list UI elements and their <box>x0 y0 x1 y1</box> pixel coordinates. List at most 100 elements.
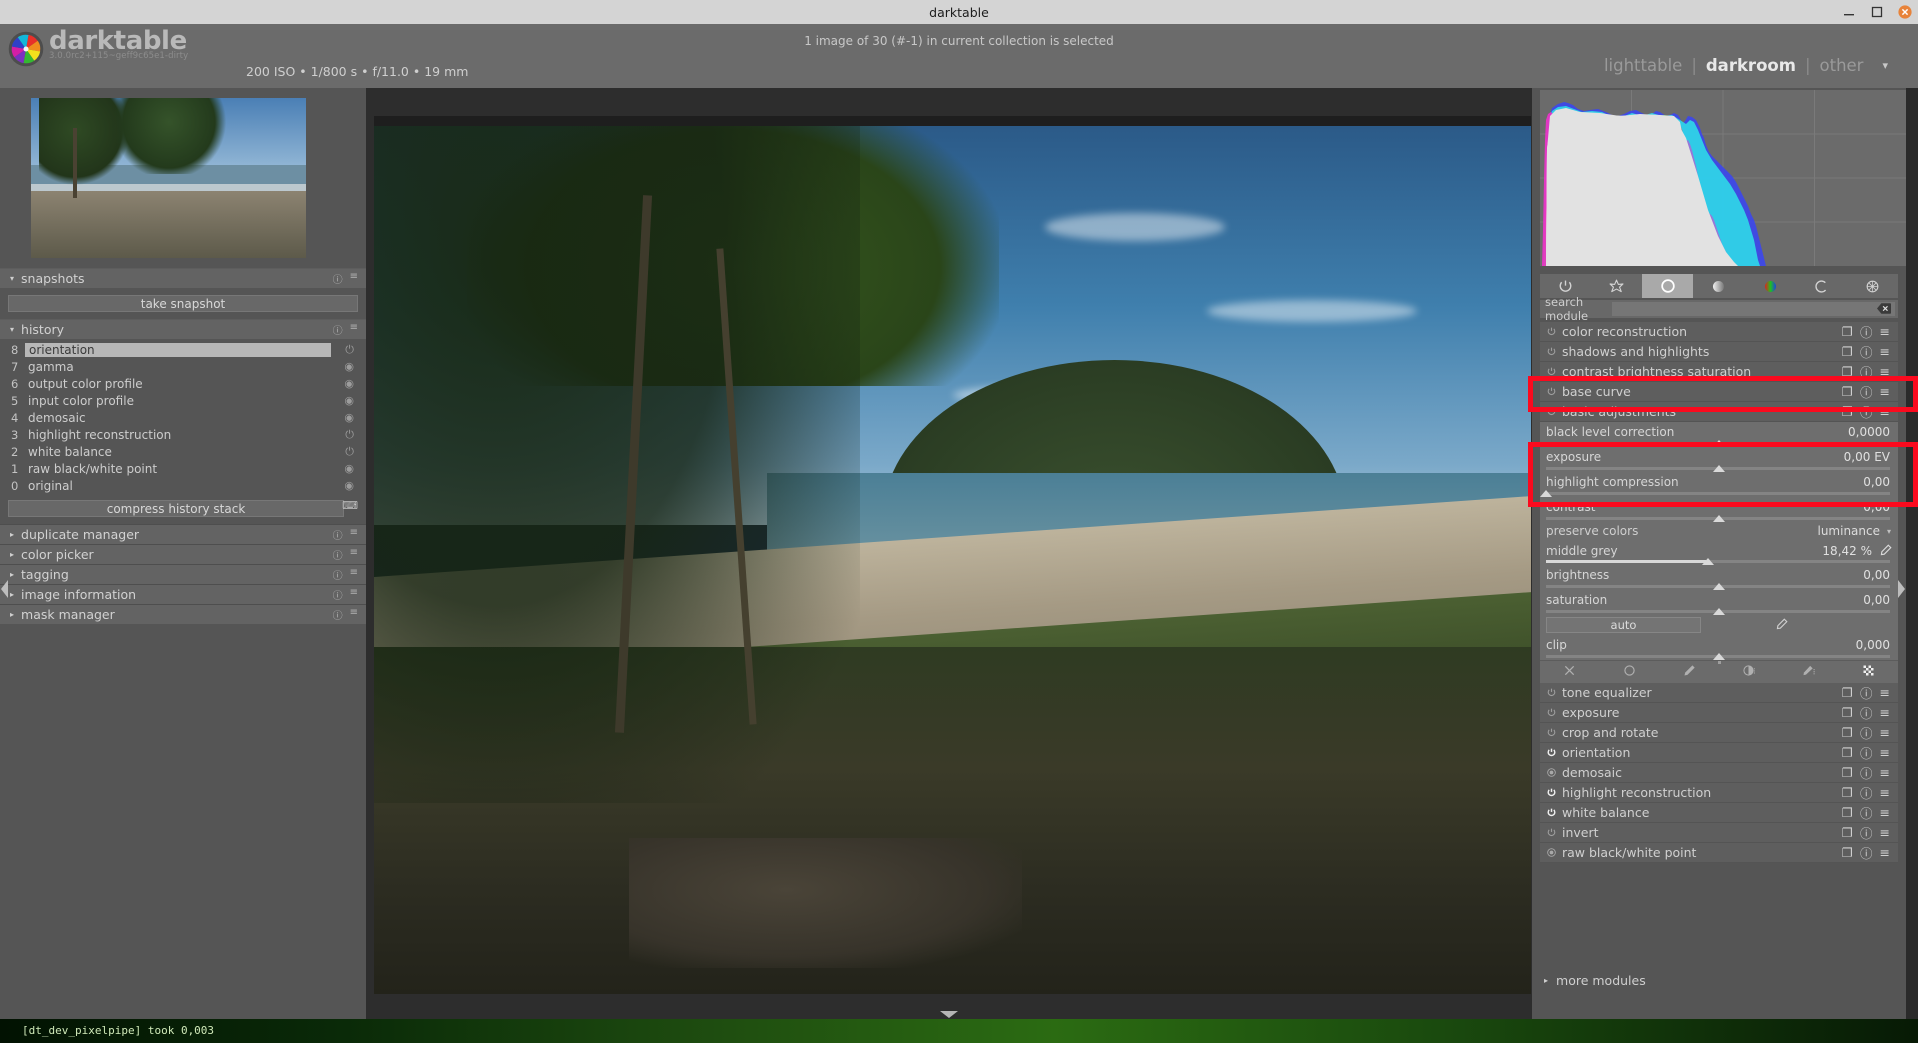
history-item-gamma[interactable]: 7 gamma ◉ <box>0 358 366 375</box>
reset-parameters-icon[interactable]: ⓘ <box>1860 743 1873 762</box>
image-information-reset-icon[interactable]: ⓘ <box>333 587 343 602</box>
multi-instance-icon[interactable]: ❐ <box>1842 785 1853 800</box>
slider-brightness[interactable]: brightness 0,00 <box>1540 565 1898 594</box>
presets-menu-icon[interactable]: ≡ <box>1880 384 1890 399</box>
reset-parameters-icon[interactable]: ⓘ <box>1860 843 1873 862</box>
image-information-presets-icon[interactable]: ≡ <box>350 587 358 602</box>
presets-menu-icon[interactable]: ≡ <box>1880 344 1890 359</box>
snapshots-panel-header[interactable]: ▾ snapshots ⓘ ≡ <box>0 268 366 288</box>
photo-preview[interactable] <box>374 126 1531 994</box>
mask-manager-presets-icon[interactable]: ≡ <box>350 607 358 622</box>
module-base-curve[interactable]: base curve ❐ ⓘ ≡ <box>1540 382 1898 402</box>
contrast-brightness-saturation-power-icon[interactable] <box>1540 366 1562 377</box>
take-snapshot-button[interactable]: take snapshot <box>8 295 358 312</box>
history-item-raw-black-white-point[interactable]: 1 raw black/white point ◉ <box>0 460 366 477</box>
tab-correction-group[interactable] <box>1796 274 1847 298</box>
color-picker-presets-icon[interactable]: ≡ <box>350 547 358 562</box>
mask-parametric-icon[interactable] <box>1741 663 1756 682</box>
reset-parameters-icon[interactable]: ⓘ <box>1860 382 1873 401</box>
multi-instance-icon[interactable]: ❐ <box>1842 324 1853 339</box>
multi-instance-icon[interactable]: ❐ <box>1842 344 1853 359</box>
tone-equalizer-power-icon[interactable] <box>1540 687 1562 698</box>
white-balance-power-icon[interactable] <box>1540 807 1562 818</box>
presets-menu-icon[interactable]: ≡ <box>1880 785 1890 800</box>
history-item-original[interactable]: 0 original ◉ <box>0 477 366 494</box>
reset-parameters-icon[interactable]: ⓘ <box>1860 362 1873 381</box>
reset-parameters-icon[interactable]: ⓘ <box>1860 703 1873 722</box>
sidebar-item-mask-manager[interactable]: ▸ mask manager ⓘ ≡ <box>0 604 366 624</box>
mask-uniform-icon[interactable] <box>1622 663 1637 682</box>
color-picker-reset-icon[interactable]: ⓘ <box>333 547 343 562</box>
view-darkroom[interactable]: darkroom <box>1706 56 1796 75</box>
module-shadows-and-highlights[interactable]: shadows and highlights ❐ ⓘ ≡ <box>1540 342 1898 362</box>
reset-parameters-icon[interactable]: ⓘ <box>1860 683 1873 702</box>
slider-knob[interactable] <box>1713 440 1725 447</box>
history-item-power-icon[interactable]: ◉ <box>344 462 354 475</box>
history-item-input-color-profile[interactable]: 5 input color profile ◉ <box>0 392 366 409</box>
multi-instance-icon[interactable]: ❐ <box>1842 685 1853 700</box>
history-item-power-icon[interactable]: ◉ <box>344 394 354 407</box>
auto-button[interactable]: auto <box>1546 617 1701 633</box>
presets-menu-icon[interactable]: ≡ <box>1880 324 1890 339</box>
left-panel-collapse-arrow-icon[interactable] <box>0 578 9 600</box>
module-crop-and-rotate[interactable]: crop and rotate ❐ ⓘ ≡ <box>1540 723 1898 743</box>
sidebar-item-color-picker[interactable]: ▸ color picker ⓘ ≡ <box>0 544 366 564</box>
module-orientation[interactable]: orientation ❐ ⓘ ≡ <box>1540 743 1898 763</box>
view-lighttable[interactable]: lighttable <box>1604 56 1682 75</box>
more-modules-row[interactable]: ▸ more modules <box>1540 970 1898 990</box>
tab-basic-group[interactable] <box>1642 274 1694 298</box>
history-panel-header[interactable]: ▾ history ⓘ ≡ <box>0 319 366 339</box>
presets-menu-icon[interactable]: ≡ <box>1880 805 1890 820</box>
tagging-presets-icon[interactable]: ≡ <box>350 567 358 582</box>
tab-color-group[interactable] <box>1745 274 1796 298</box>
sidebar-item-tagging[interactable]: ▸ tagging ⓘ ≡ <box>0 564 366 584</box>
sidebar-item-duplicate-manager[interactable]: ▸ duplicate manager ⓘ ≡ <box>0 524 366 544</box>
tab-tone-group[interactable] <box>1693 274 1744 298</box>
history-truncate-icon[interactable]: ⌨ <box>342 499 358 512</box>
module-highlight-reconstruction[interactable]: highlight reconstruction ❐ ⓘ ≡ <box>1540 783 1898 803</box>
clear-search-icon[interactable] <box>1877 303 1891 314</box>
multi-instance-icon[interactable]: ❐ <box>1842 705 1853 720</box>
mask-raster-icon[interactable] <box>1861 663 1876 682</box>
module-invert[interactable]: invert ❐ ⓘ ≡ <box>1540 823 1898 843</box>
sidebar-item-image-information[interactable]: ▸ image information ⓘ ≡ <box>0 584 366 604</box>
tab-effects-group[interactable] <box>1847 274 1898 298</box>
reset-parameters-icon[interactable]: ⓘ <box>1860 402 1873 421</box>
compress-history-stack-button[interactable]: compress history stack <box>8 500 344 517</box>
slider-clip[interactable]: clip 0,000 <box>1540 635 1898 664</box>
reset-parameters-icon[interactable]: ⓘ <box>1860 342 1873 361</box>
module-raw-black-white-point[interactable]: raw black/white point ❐ ⓘ ≡ <box>1540 843 1898 863</box>
history-item-demosaic[interactable]: 4 demosaic ◉ <box>0 409 366 426</box>
mask-off-icon[interactable] <box>1562 663 1577 682</box>
slider-track[interactable] <box>1546 492 1890 495</box>
multi-instance-icon[interactable]: ❐ <box>1842 745 1853 760</box>
multi-instance-icon[interactable]: ❐ <box>1842 404 1853 419</box>
combo-preserve-colors[interactable]: preserve colors luminance ▾ <box>1540 522 1898 541</box>
multi-instance-icon[interactable]: ❐ <box>1842 845 1853 860</box>
slider-knob[interactable] <box>1713 583 1725 590</box>
module-demosaic[interactable]: demosaic ❐ ⓘ ≡ <box>1540 763 1898 783</box>
slider-knob[interactable] <box>1713 465 1725 472</box>
slider-knob[interactable] <box>1702 558 1715 565</box>
module-color-reconstruction[interactable]: color reconstruction ❐ ⓘ ≡ <box>1540 322 1898 342</box>
module-contrast-brightness-saturation[interactable]: contrast brightness saturation ❐ ⓘ ≡ <box>1540 362 1898 382</box>
right-panel-collapse-arrow-icon[interactable] <box>1897 578 1906 600</box>
reset-parameters-icon[interactable]: ⓘ <box>1860 763 1873 782</box>
multi-instance-icon[interactable]: ❐ <box>1842 384 1853 399</box>
duplicate-manager-reset-icon[interactable]: ⓘ <box>333 527 343 542</box>
auto-color-picker-eyedropper-icon[interactable] <box>1775 618 1788 631</box>
module-tone-equalizer[interactable]: tone equalizer ❐ ⓘ ≡ <box>1540 683 1898 703</box>
presets-menu-icon[interactable]: ≡ <box>1880 725 1890 740</box>
exposure-power-icon[interactable] <box>1540 707 1562 718</box>
slider-knob[interactable] <box>1713 515 1725 522</box>
slider-knob[interactable] <box>1713 608 1725 615</box>
orientation-power-icon[interactable] <box>1540 747 1562 758</box>
filmstrip-expand-arrow-icon[interactable] <box>938 1010 960 1019</box>
shadows-and-highlights-power-icon[interactable] <box>1540 346 1562 357</box>
slider-exposure[interactable]: exposure 0,00 EV <box>1540 447 1898 476</box>
multi-instance-icon[interactable]: ❐ <box>1842 765 1853 780</box>
module-basic-adjustments[interactable]: basic adjustments ❐ ⓘ ≡ <box>1540 402 1898 422</box>
presets-menu-icon[interactable]: ≡ <box>1880 364 1890 379</box>
reset-parameters-icon[interactable]: ⓘ <box>1860 823 1873 842</box>
slider-knob[interactable] <box>1540 490 1552 497</box>
